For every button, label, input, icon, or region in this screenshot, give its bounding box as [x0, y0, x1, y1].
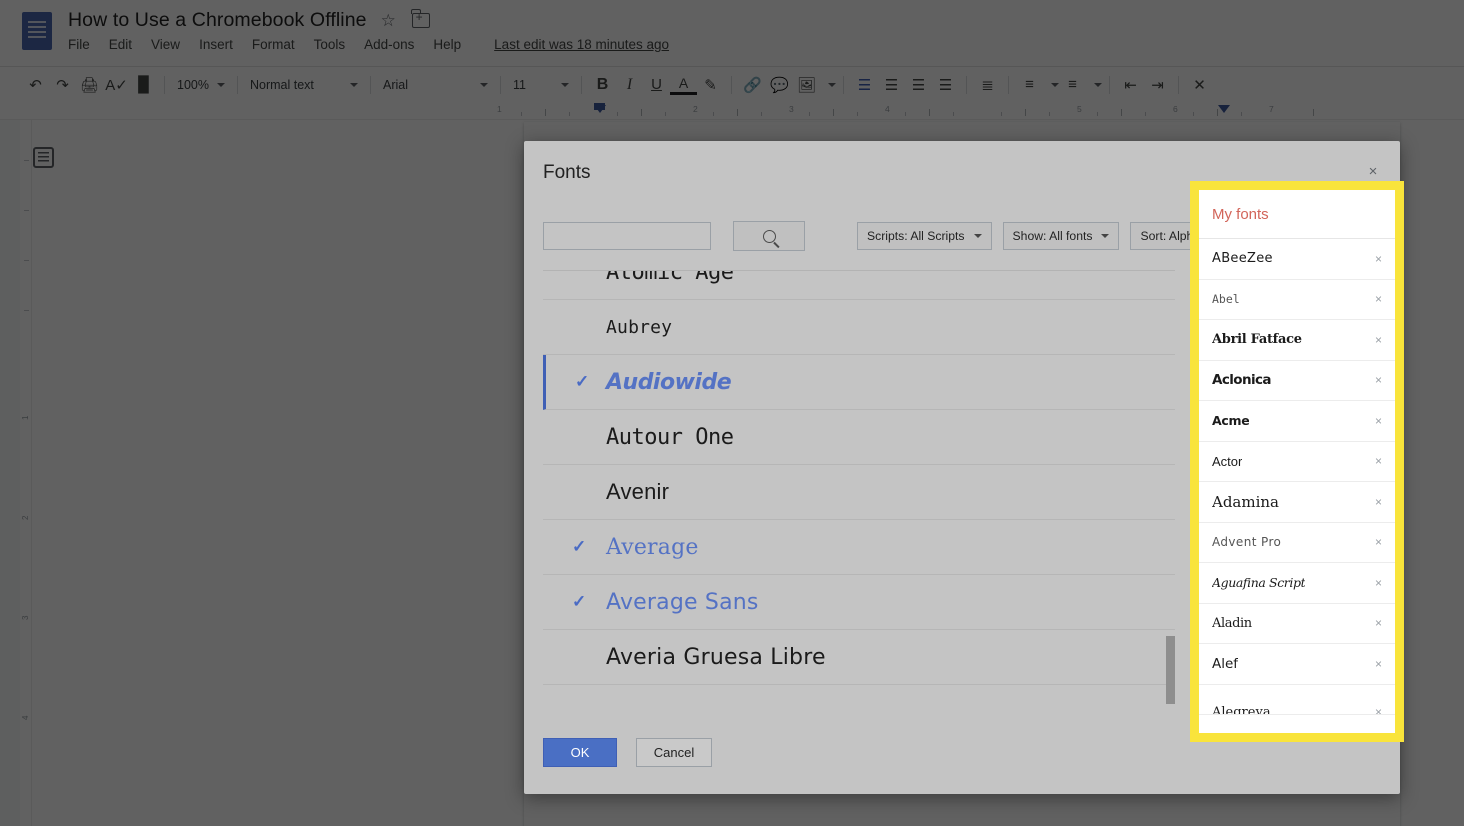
my-fonts-item-label: Advent Pro — [1212, 535, 1282, 550]
remove-font-icon[interactable]: × — [1369, 454, 1382, 468]
my-fonts-panel[interactable]: My fonts ABeeZee × Abel × Abril Fatface × Aclo… — [1199, 190, 1395, 733]
remove-font-icon[interactable]: × — [1369, 373, 1382, 387]
my-fonts-item[interactable]: Advent Pro × — [1199, 523, 1395, 563]
check-icon: ✓ — [575, 372, 590, 391]
chevron-down-icon — [1101, 234, 1110, 238]
screen-root: How to Use a Chromebook Offline ☆ File E… — [0, 0, 1464, 826]
my-fonts-item[interactable]: Abril Fatface × — [1199, 320, 1395, 361]
remove-font-icon[interactable]: × — [1369, 252, 1382, 266]
my-fonts-title: My fonts — [1199, 190, 1395, 239]
my-fonts-highlight: My fonts ABeeZee × Abel × Abril Fatface × Aclo… — [1190, 181, 1404, 742]
my-fonts-item[interactable]: Actor × — [1199, 442, 1395, 482]
font-list-item[interactable]: Atomic Age — [543, 270, 1175, 300]
font-list-item[interactable]: Avenir — [543, 465, 1175, 520]
font-list-item-label: Avenir — [606, 479, 670, 504]
check-icon: ✓ — [572, 537, 587, 556]
my-fonts-item[interactable]: Abel × — [1199, 280, 1395, 320]
scripts-filter-label: Scripts: All Scripts — [867, 229, 965, 243]
remove-font-icon[interactable]: × — [1369, 292, 1382, 306]
remove-font-icon[interactable]: × — [1369, 535, 1382, 549]
font-list-rows: Atomic Age Aubrey ✓ Audiowide Autour One Aven… — [543, 270, 1175, 685]
my-fonts-item-label: ABeeZee — [1212, 251, 1273, 267]
font-list-item-label: Autour One — [606, 424, 734, 450]
my-fonts-item[interactable]: Acme × — [1199, 401, 1395, 442]
remove-font-icon[interactable]: × — [1369, 576, 1382, 590]
font-list-item[interactable]: ✓ Average Sans — [543, 575, 1175, 630]
my-fonts-item-label: Acme — [1212, 413, 1250, 429]
font-list-scrollbar[interactable] — [1166, 271, 1175, 718]
dialog-title: Fonts — [543, 162, 591, 183]
remove-font-icon[interactable]: × — [1369, 616, 1382, 630]
scrollbar-thumb[interactable] — [1166, 636, 1175, 704]
font-list-item[interactable]: ✓ Average — [543, 520, 1175, 575]
my-fonts-item-label: Actor — [1212, 453, 1243, 469]
my-fonts-item[interactable]: Aguafina Script × — [1199, 563, 1395, 604]
close-icon[interactable]: × — [1363, 161, 1383, 181]
my-fonts-item[interactable]: Alef × — [1199, 644, 1395, 685]
chevron-down-icon — [973, 234, 982, 238]
search-input[interactable] — [543, 222, 711, 250]
remove-font-icon[interactable]: × — [1369, 333, 1382, 347]
font-list-item[interactable]: Autour One — [543, 410, 1175, 465]
font-list-item-label: Averia Gruesa Libre — [606, 644, 826, 670]
ok-button[interactable]: OK — [543, 738, 617, 767]
dialog-footer: OK Cancel — [543, 738, 712, 767]
font-list-item[interactable]: Averia Gruesa Libre — [543, 630, 1175, 685]
remove-font-icon[interactable]: × — [1369, 414, 1382, 428]
font-list-item-label: Average — [606, 534, 699, 560]
font-list-item-label: Average Sans — [606, 589, 759, 615]
my-fonts-item-label: Alegreya — [1212, 704, 1271, 715]
remove-font-icon[interactable]: × — [1369, 657, 1382, 671]
font-list-item-label: Aubrey — [606, 316, 673, 338]
my-fonts-item-label: Alef — [1212, 655, 1239, 672]
remove-font-icon[interactable]: × — [1369, 705, 1382, 714]
my-fonts-item-label: Aguafina Script — [1212, 575, 1306, 591]
font-list-item-label: Audiowide — [606, 369, 732, 395]
my-fonts-list: ABeeZee × Abel × Abril Fatface × Aclonica × Acme… — [1199, 239, 1395, 715]
my-fonts-item[interactable]: Aclonica × — [1199, 361, 1395, 401]
check-icon: ✓ — [572, 592, 587, 611]
font-list-item[interactable]: ✓ Audiowide — [543, 355, 1175, 410]
my-fonts-item[interactable]: ABeeZee × — [1199, 239, 1395, 280]
my-fonts-item-label: Abel — [1212, 292, 1240, 307]
remove-font-icon[interactable]: × — [1369, 495, 1382, 509]
my-fonts-item[interactable]: Adamina × — [1199, 482, 1395, 523]
my-fonts-item-label: Adamina — [1212, 492, 1280, 511]
show-filter-label: Show: All fonts — [1012, 229, 1093, 243]
cancel-button[interactable]: Cancel — [636, 738, 712, 767]
dialog-controls: Scripts: All Scripts Show: All fonts Sor… — [543, 221, 1263, 251]
font-list-item-label: Atomic Age — [606, 270, 734, 285]
my-fonts-item-label: Abril Fatface — [1212, 332, 1302, 348]
my-fonts-item[interactable]: Aladin × — [1199, 604, 1395, 644]
font-list-item[interactable]: Aubrey — [543, 300, 1175, 355]
search-icon — [762, 229, 776, 243]
my-fonts-item-label: Aladin — [1212, 615, 1252, 631]
scripts-filter[interactable]: Scripts: All Scripts — [857, 222, 992, 250]
my-fonts-item[interactable]: Alegreya × — [1199, 685, 1395, 715]
font-list[interactable]: Atomic Age Aubrey ✓ Audiowide Autour One Aven… — [543, 270, 1175, 718]
my-fonts-item-label: Aclonica — [1212, 372, 1271, 389]
search-button[interactable] — [733, 221, 805, 251]
show-filter[interactable]: Show: All fonts — [1002, 222, 1120, 250]
